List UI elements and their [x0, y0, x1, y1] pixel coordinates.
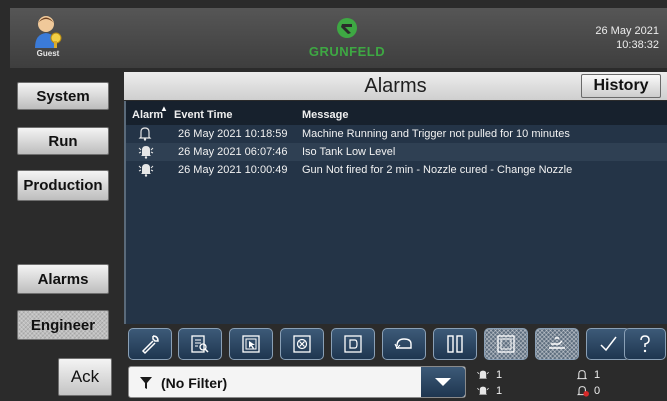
pause-button[interactable] — [433, 328, 477, 360]
filter-dropdown-toggle[interactable] — [421, 367, 465, 397]
user-login[interactable]: Guest — [28, 14, 68, 66]
date-text: 26 May 2021 — [595, 25, 659, 37]
history-button[interactable]: History — [581, 74, 661, 98]
bell-active-icon — [477, 370, 489, 379]
event-message: Iso Tank Low Level — [302, 146, 396, 158]
table-row[interactable]: 26 May 2021 10:18:59 Machine Running and… — [126, 125, 667, 143]
help-icon — [640, 335, 650, 353]
wrench-icon — [141, 335, 159, 355]
column-event-time[interactable]: Event Time — [174, 109, 233, 121]
user-avatar-icon — [35, 16, 62, 48]
bell-active-icon — [138, 162, 154, 180]
clear-button[interactable] — [280, 328, 324, 360]
grunfeld-logo: GRUNFELD — [302, 18, 392, 59]
event-time: 26 May 2021 10:00:49 — [178, 164, 288, 176]
bell-error-icon — [576, 386, 589, 397]
nav-system-button[interactable]: System — [17, 82, 109, 110]
help-button[interactable] — [624, 328, 666, 360]
chevron-down-icon — [435, 378, 451, 386]
select-button[interactable] — [229, 328, 273, 360]
focus-button[interactable] — [331, 328, 375, 360]
filter-label: (No Filter) — [161, 375, 228, 391]
event-message: Machine Running and Trigger not pulled f… — [302, 128, 570, 140]
event-time: 26 May 2021 06:07:46 — [178, 146, 288, 158]
active-unacked-count: 1 — [496, 369, 503, 381]
active-acked-count: 1 — [496, 385, 503, 397]
alarm-table[interactable]: Alarm ▲ Event Time Message 26 May 2021 1… — [124, 101, 667, 324]
datetime-display: 26 May 2021 10:38:32 — [595, 24, 659, 52]
logo-text: GRUNFELD — [308, 44, 386, 59]
inactive-unacked-count: 1 — [594, 369, 601, 381]
view-details-button[interactable] — [178, 328, 222, 360]
nav-run-button[interactable]: Run — [17, 127, 109, 155]
hatched-shelve-button[interactable] — [535, 328, 579, 360]
table-row[interactable]: 26 May 2021 10:00:49 Gun Not fired for 2… — [126, 161, 667, 179]
undo-icon — [394, 338, 412, 350]
pause-icon — [447, 335, 463, 353]
nav-alarms-button[interactable]: Alarms — [17, 264, 109, 294]
table-header: Alarm ▲ Event Time Message — [126, 101, 667, 125]
check-icon — [600, 336, 617, 352]
hatched-select-button[interactable] — [484, 328, 528, 360]
focus-icon — [344, 335, 362, 353]
nav-engineer-button[interactable]: Engineer — [17, 310, 109, 340]
clear-icon — [293, 335, 311, 353]
alarm-toolbar — [128, 328, 667, 362]
wrench-button[interactable] — [128, 328, 172, 360]
select-icon — [242, 335, 260, 353]
user-label: Guest — [36, 49, 60, 58]
column-message[interactable]: Message — [302, 109, 348, 121]
header-bar: Guest GRUNFELD 26 May 2021 10:38:32 — [10, 8, 667, 68]
bell-outline-icon — [138, 126, 152, 144]
title-bar: Alarms History — [124, 72, 667, 100]
bell-active-icon — [138, 144, 154, 162]
bell-outline-icon — [576, 370, 588, 380]
hatched-shelve-icon — [549, 337, 565, 349]
sort-asc-icon: ▲ — [160, 104, 168, 113]
table-row[interactable]: 26 May 2021 06:07:46 Iso Tank Low Level — [126, 143, 667, 161]
event-time: 26 May 2021 10:18:59 — [178, 128, 288, 140]
view-details-icon — [191, 335, 209, 353]
ack-button[interactable]: Ack — [58, 358, 112, 396]
bell-active-icon — [477, 386, 489, 395]
logo-mark-icon — [337, 18, 357, 38]
nav-production-button[interactable]: Production — [17, 170, 109, 201]
event-message: Gun Not fired for 2 min - Nozzle cured -… — [302, 164, 573, 176]
inactive-error-count: 0 — [594, 385, 601, 397]
filter-dropdown[interactable]: (No Filter) — [128, 366, 466, 398]
time-text: 10:38:32 — [616, 39, 659, 51]
undo-button[interactable] — [382, 328, 426, 360]
column-alarm[interactable]: Alarm — [132, 109, 163, 121]
hatched-select-icon — [497, 335, 515, 353]
filter-icon — [140, 377, 152, 389]
